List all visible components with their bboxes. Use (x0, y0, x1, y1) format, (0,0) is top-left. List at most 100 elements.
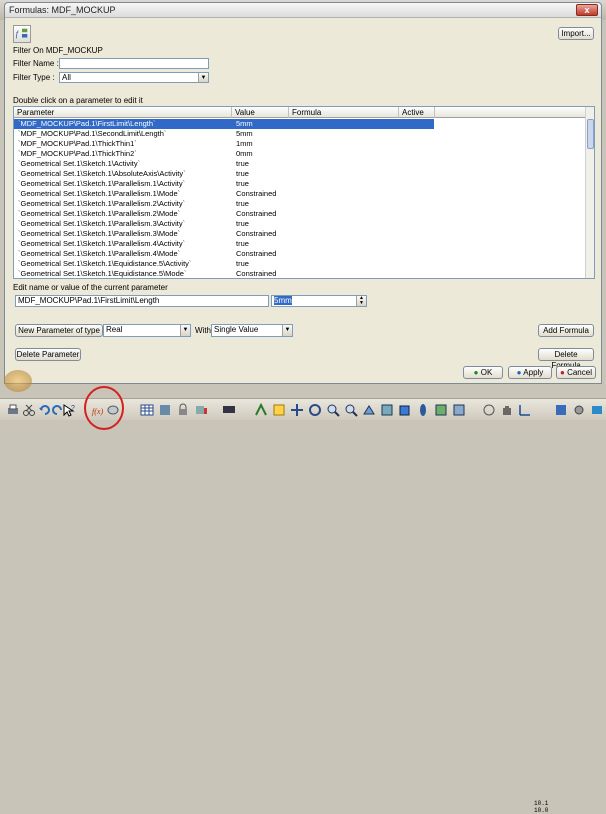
chevron-down-icon[interactable]: ▼ (282, 325, 292, 336)
table-row[interactable]: `MDF_MOCKUP\Pad.1\ThickThin2` 0mm (14, 149, 586, 159)
table-row[interactable]: `Geometrical Set.1\Sketch.1\Parallelism.… (14, 199, 586, 209)
hand-icon[interactable] (500, 403, 514, 417)
rotate-icon[interactable] (308, 403, 322, 417)
render-icon[interactable] (590, 403, 604, 417)
fly-icon[interactable] (254, 403, 268, 417)
cell-value: 5mm (236, 119, 253, 128)
header-formula[interactable]: Formula (289, 107, 399, 118)
cell-value: Constrained (236, 229, 277, 238)
with-select[interactable]: Single Value ▼ (211, 324, 293, 337)
cell-parameter: `Geometrical Set.1\Sketch.1\Parallelism.… (18, 179, 186, 188)
cell-parameter: `Geometrical Set.1\Sketch.1\Parallelism.… (18, 199, 186, 208)
title-bar: Formulas: MDF_MOCKUP x (5, 3, 601, 18)
print-icon[interactable] (6, 403, 20, 417)
filter-type-value: All (62, 73, 71, 82)
chevron-down-icon[interactable]: ▼ (198, 73, 208, 82)
chevron-down-icon[interactable]: ▼ (180, 325, 190, 336)
cut-icon[interactable] (22, 403, 36, 417)
swap-space-icon[interactable] (452, 403, 466, 417)
hide-show-icon[interactable] (434, 403, 448, 417)
ok-button[interactable]: ● OK (463, 366, 503, 379)
cell-parameter: `Geometrical Set.1\Sketch.1\Parallelism.… (18, 239, 186, 248)
table-row[interactable]: `Geometrical Set.1\Sketch.1\Equidistance… (14, 259, 586, 269)
measure-readout: 10.1 10.0 (534, 800, 548, 814)
import-button[interactable]: Import... (558, 27, 594, 40)
ok-label: OK (480, 368, 493, 377)
edit-value-input[interactable]: 5mm ▲ ▼ (271, 295, 367, 307)
table-row[interactable]: `Geometrical Set.1\Sketch.1\Parallelism.… (14, 229, 586, 239)
cell-parameter: `Geometrical Set.1\Sketch.1\Parallelism.… (18, 219, 186, 228)
close-button[interactable]: x (576, 4, 598, 16)
svg-text:?: ? (71, 405, 75, 412)
table-row[interactable]: `Geometrical Set.1\Sketch.1\Parallelism.… (14, 249, 586, 259)
lock-icon[interactable] (176, 403, 190, 417)
table-header: Parameter Value Formula Active (14, 107, 594, 118)
parameters-table[interactable]: Parameter Value Formula Active `MDF_MOCK… (13, 106, 595, 279)
update-icon[interactable] (194, 403, 208, 417)
scrollbar-thumb[interactable] (587, 119, 594, 149)
ok-icon: ● (473, 368, 479, 377)
cell-value: Constrained (236, 209, 277, 218)
filter-name-label: Filter Name : (13, 59, 59, 68)
grid-icon[interactable] (554, 403, 568, 417)
cell-value: Constrained (236, 249, 277, 258)
header-parameter[interactable]: Parameter (14, 107, 232, 118)
cell-value: true (236, 199, 249, 208)
edit-name-input[interactable]: MDF_MOCKUP\Pad.1\FirstLimit\Length (15, 295, 269, 307)
table-row[interactable]: `Geometrical Set.1\Sketch.1\Parallelism.… (14, 239, 586, 249)
new-parameter-button[interactable]: New Parameter of type (15, 324, 103, 337)
table-row[interactable]: `Geometrical Set.1\Sketch.1\Activity` tru… (14, 159, 586, 169)
edit-value-text: 5mm (274, 296, 292, 305)
axis-icon[interactable] (518, 403, 532, 417)
table-row[interactable]: `Geometrical Set.1\Sketch.1\Equidistance… (14, 269, 586, 278)
formula-toolbar-icon[interactable]: f (13, 25, 31, 43)
pan-icon[interactable] (290, 403, 304, 417)
edit-label: Edit name or value of the current parame… (13, 283, 168, 292)
catalog-icon[interactable] (158, 403, 172, 417)
settings-icon[interactable] (572, 403, 586, 417)
cube-view-icon[interactable] (398, 403, 412, 417)
screen-icon[interactable] (222, 403, 236, 417)
spinner-icon[interactable]: ▲ ▼ (356, 296, 366, 306)
apply-button[interactable]: ● Apply (508, 366, 552, 379)
cell-parameter: `Geometrical Set.1\Sketch.1\Parallelism.… (18, 249, 181, 258)
table-row[interactable]: `Geometrical Set.1\Sketch.1\Parallelism.… (14, 219, 586, 229)
cancel-label: Cancel (567, 368, 592, 377)
cell-value: Constrained (236, 269, 277, 278)
window-title: Formulas: MDF_MOCKUP (9, 5, 116, 15)
table-row[interactable]: `MDF_MOCKUP\Pad.1\SecondLimit\Length` 5mm (14, 129, 586, 139)
table-row[interactable]: `Geometrical Set.1\Sketch.1\Parallelism.… (14, 179, 586, 189)
highlight-circle (84, 386, 124, 430)
views-icon[interactable] (380, 403, 394, 417)
filter-type-select[interactable]: All ▼ (59, 72, 209, 83)
table-row[interactable]: `Geometrical Set.1\Sketch.1\Parallelism.… (14, 209, 586, 219)
header-value[interactable]: Value (232, 107, 289, 118)
table-row[interactable]: `Geometrical Set.1\Sketch.1\AbsoluteAxis… (14, 169, 586, 179)
cell-parameter: `Geometrical Set.1\Sketch.1\Parallelism.… (18, 229, 181, 238)
parameter-type-select[interactable]: Real ▼ (103, 324, 191, 337)
zoom-out-icon[interactable] (344, 403, 358, 417)
table-row[interactable]: `MDF_MOCKUP\Pad.1\FirstLimit\Length` 5mm (14, 119, 586, 129)
cell-parameter: `Geometrical Set.1\Sketch.1\Equidistance… (18, 259, 192, 268)
cancel-button[interactable]: ● Cancel (556, 366, 596, 379)
sketch-icon[interactable] (482, 403, 496, 417)
normal-view-icon[interactable] (362, 403, 376, 417)
table-icon[interactable] (140, 403, 154, 417)
table-row[interactable]: `Geometrical Set.1\Sketch.1\Parallelism.… (14, 189, 586, 199)
delete-formula-button[interactable]: Delete Formula (538, 348, 594, 370)
whats-this-icon[interactable]: ? (62, 403, 76, 417)
zoom-in-icon[interactable] (326, 403, 340, 417)
header-active[interactable]: Active (399, 107, 435, 118)
add-formula-button[interactable]: Add Formula (538, 324, 594, 337)
cell-value: true (236, 169, 249, 178)
filter-name-input[interactable] (59, 58, 209, 69)
parameter-type-value: Real (106, 325, 123, 334)
cell-parameter: `MDF_MOCKUP\Pad.1\FirstLimit\Length` (18, 119, 156, 128)
table-scrollbar[interactable] (585, 107, 594, 278)
fit-all-icon[interactable] (272, 403, 286, 417)
shading-icon[interactable] (416, 403, 430, 417)
delete-parameter-button[interactable]: Delete Parameter (15, 348, 81, 361)
apply-label: Apply (523, 368, 544, 377)
table-row[interactable]: `MDF_MOCKUP\Pad.1\ThickThin1` 1mm (14, 139, 586, 149)
formulas-dialog: Formulas: MDF_MOCKUP x f Import... Filte… (4, 2, 602, 384)
